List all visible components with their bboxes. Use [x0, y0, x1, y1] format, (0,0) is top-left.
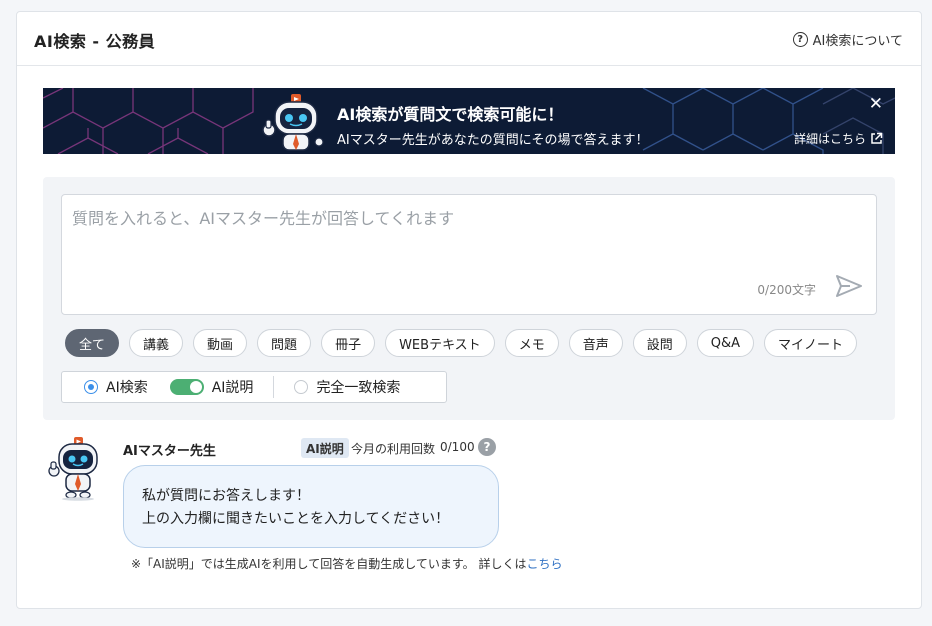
- question-box: 0/200文字: [61, 194, 877, 315]
- filter-chip-memo[interactable]: メモ: [504, 329, 559, 357]
- search-panel: 0/200文字 全て 講義 動画 問題 冊子 WEBテキスト メモ 音声 設問 …: [43, 177, 895, 420]
- filter-chip-question[interactable]: 設問: [632, 329, 687, 357]
- radio-selected-icon: [84, 380, 98, 394]
- usage-count: 0/100: [440, 440, 475, 454]
- card-header: AI検索 - 公務員 ? AI検索について: [17, 12, 921, 66]
- promo-banner[interactable]: AI検索が質問文で検索可能に！ AIマスター先生があなたの質問にその場で答えます…: [43, 88, 895, 154]
- send-icon[interactable]: [836, 275, 862, 297]
- usage-help-icon[interactable]: ?: [478, 438, 496, 456]
- banner-detail-label: 詳細はこちら: [793, 132, 866, 146]
- ai-search-radio[interactable]: AI検索: [84, 377, 148, 397]
- about-ai-search-label: AI検索について: [812, 34, 903, 49]
- filter-chips: 全て 講義 動画 問題 冊子 WEBテキスト メモ 音声 設問 Q&A マイノー…: [65, 329, 858, 357]
- ai-explain-toggle[interactable]: AI説明: [169, 377, 254, 397]
- banner-detail-link[interactable]: 詳細はこちら: [794, 130, 883, 147]
- ai-search-card: AI検索 - 公務員 ? AI検索について AI検索が質問文で検索可能に！ AI…: [16, 11, 922, 609]
- filter-chip-all[interactable]: 全て: [65, 329, 120, 357]
- assistant-message-bubble: 私が質問にお答えします！ 上の入力欄に聞きたいことを入力してください！: [123, 465, 499, 548]
- search-mode-box: AI検索 AI説明 完全一致検索: [61, 371, 447, 403]
- about-ai-search-link[interactable]: ? AI検索について: [792, 30, 903, 49]
- exact-match-radio[interactable]: 完全一致検索: [294, 377, 400, 397]
- robot-mascot-icon: [262, 94, 324, 151]
- banner-subtitle: AIマスター先生があなたの質問にその場で答えます！: [337, 133, 649, 148]
- assistant-message-line-1: 私が質問にお答えします！: [142, 488, 310, 504]
- page-title: AI検索 - 公務員: [34, 32, 156, 51]
- filter-chip-web-text[interactable]: WEBテキスト: [385, 329, 495, 357]
- filter-chip-video[interactable]: 動画: [193, 329, 248, 357]
- usage-label: 今月の利用回数: [351, 442, 436, 456]
- filter-chip-audio[interactable]: 音声: [568, 329, 623, 357]
- char-count: 0/200文字: [757, 283, 816, 297]
- mode-divider: [273, 376, 275, 398]
- footnote-text: ※「AI説明」では生成AIを利用して回答を自動生成しています。 詳しくは: [131, 557, 527, 571]
- filter-chip-booklet[interactable]: 冊子: [321, 329, 376, 357]
- banner-title: AI検索が質問文で検索可能に！: [337, 105, 564, 124]
- ai-search-label: AI検索: [106, 380, 148, 396]
- footnote-details-link[interactable]: こちら: [526, 557, 562, 571]
- ai-footnote: ※「AI説明」では生成AIを利用して回答を自動生成しています。 詳しくはこちら: [131, 555, 562, 572]
- radio-unselected-icon: [294, 380, 309, 394]
- assistant-name: AIマスター先生: [123, 444, 216, 459]
- filter-chip-problem[interactable]: 問題: [257, 329, 312, 357]
- ai-explain-badge: AI説明: [301, 438, 349, 458]
- ai-explain-label: AI説明: [211, 380, 254, 396]
- toggle-on-icon: [169, 379, 204, 395]
- banner-close-button[interactable]: ✕: [869, 94, 883, 114]
- filter-chip-qa[interactable]: Q&A: [696, 329, 754, 357]
- external-link-icon: [871, 132, 883, 144]
- assistant-robot-avatar: [48, 437, 98, 501]
- close-icon: ✕: [868, 94, 883, 114]
- filter-chip-my-note[interactable]: マイノート: [764, 329, 858, 357]
- question-input[interactable]: [62, 195, 876, 314]
- exact-match-label: 完全一致検索: [316, 380, 401, 396]
- assistant-message-line-2: 上の入力欄に聞きたいことを入力してください！: [142, 511, 450, 527]
- filter-chip-lecture[interactable]: 講義: [129, 329, 184, 357]
- question-circle-icon: ?: [792, 32, 808, 47]
